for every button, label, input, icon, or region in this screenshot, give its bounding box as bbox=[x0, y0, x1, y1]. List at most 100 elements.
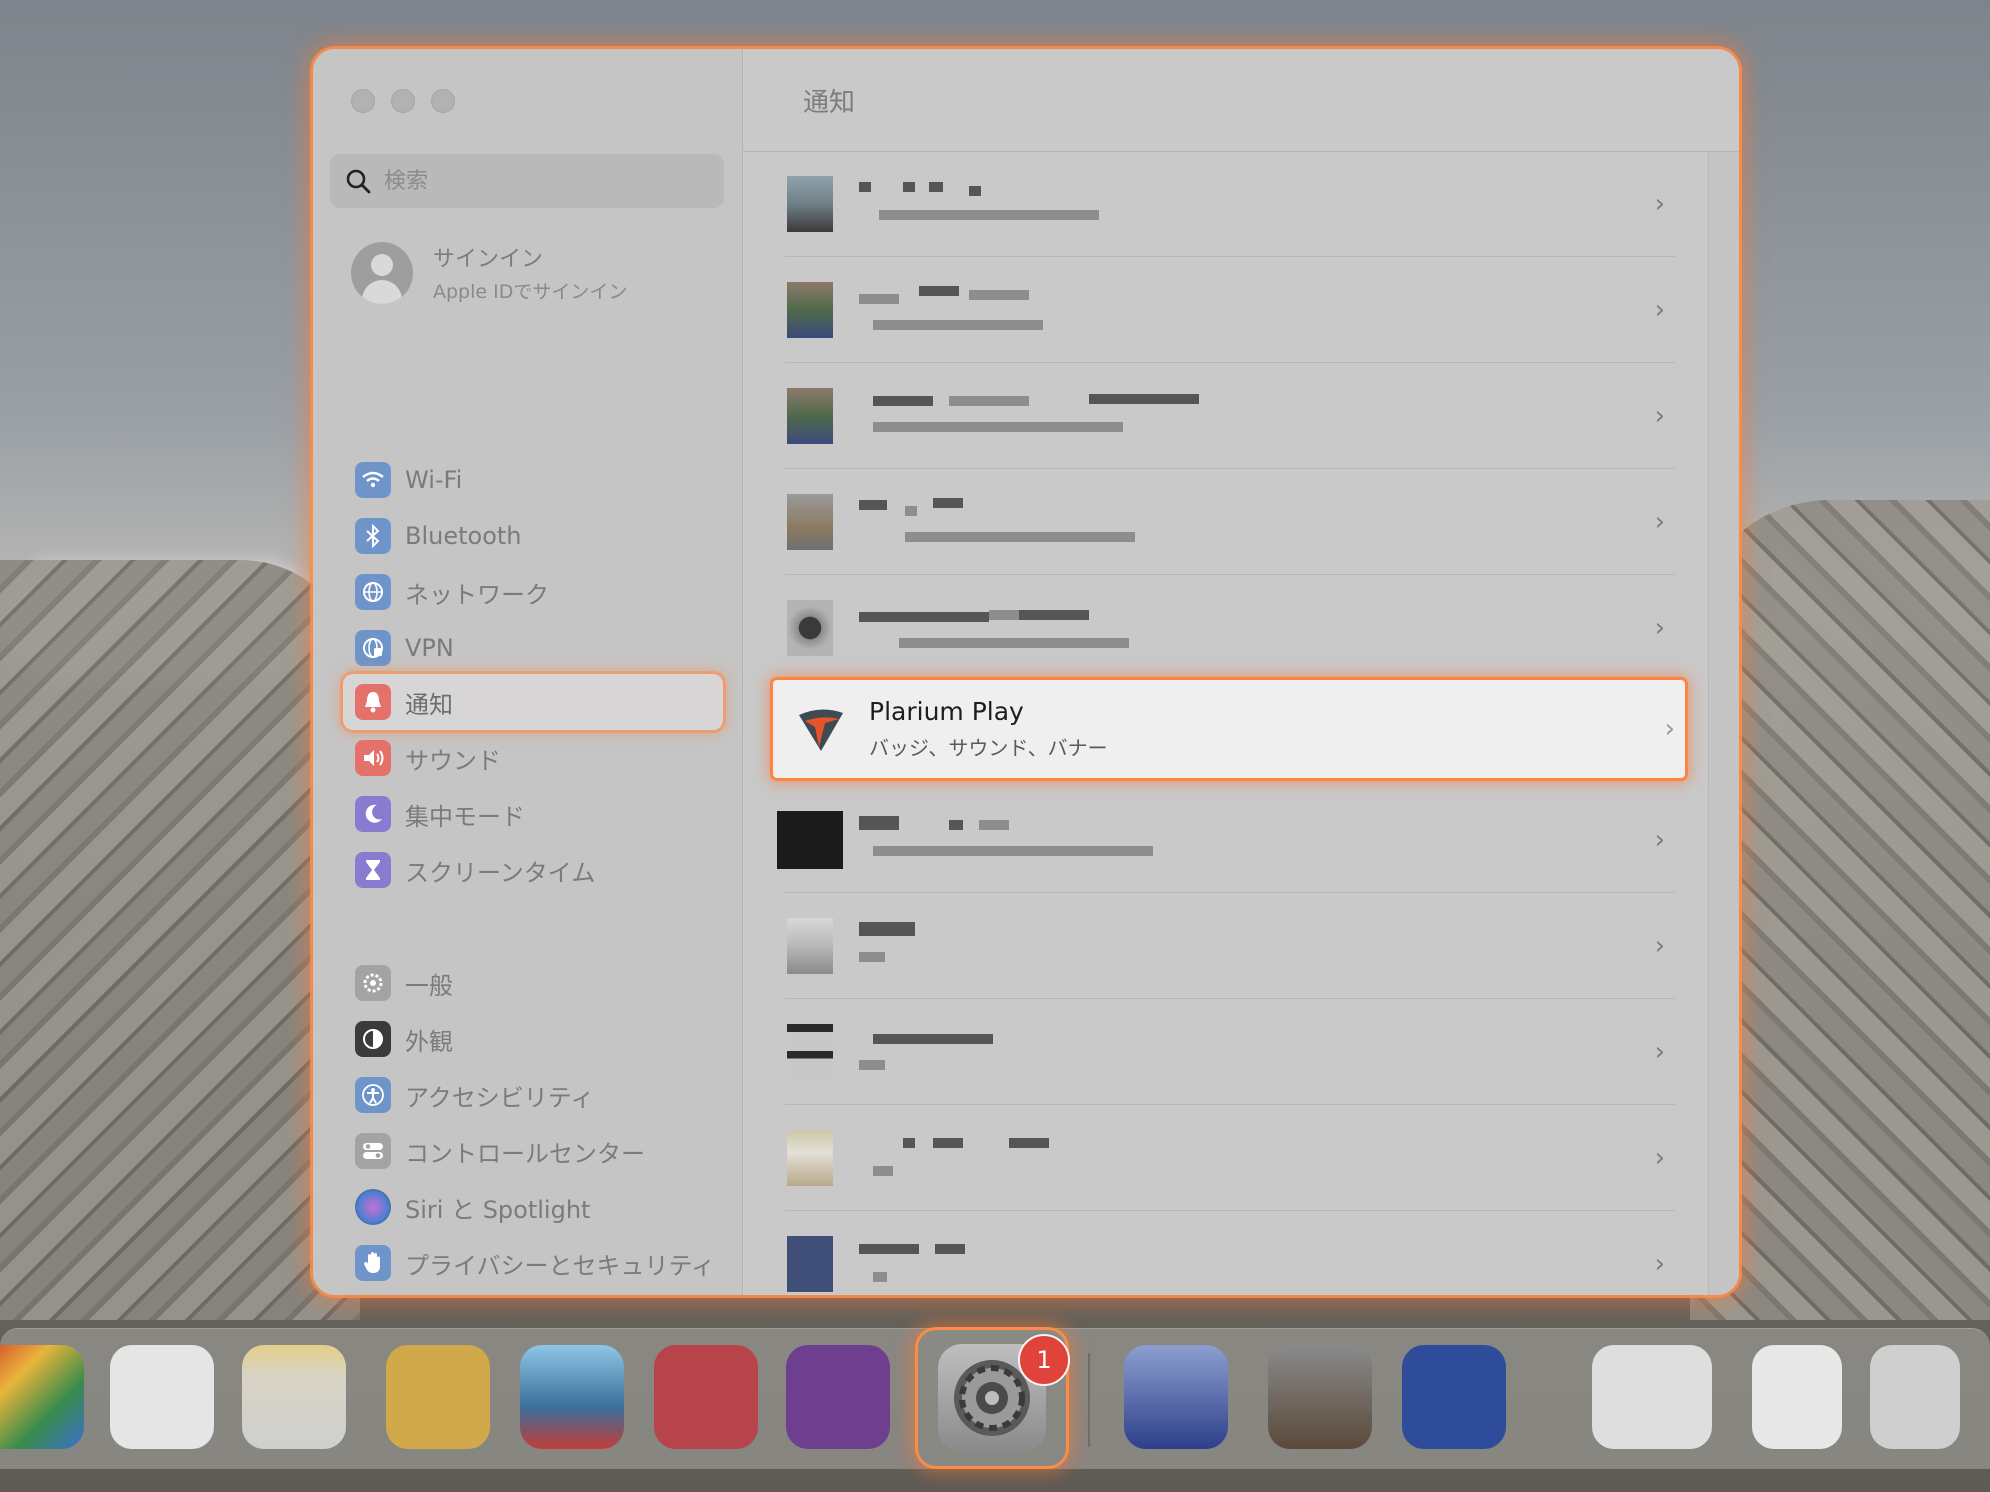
sidebar-item-label: 一般 bbox=[405, 971, 453, 1000]
dock-app-icon[interactable] bbox=[1402, 1345, 1506, 1449]
chevron-right-icon: › bbox=[1654, 825, 1665, 855]
sidebar-item-network[interactable]: ネットワーク bbox=[343, 564, 723, 620]
sidebar-item-bluetooth[interactable]: Bluetooth bbox=[343, 508, 723, 564]
avatar bbox=[351, 241, 413, 304]
chevron-right-icon: › bbox=[1654, 931, 1665, 961]
dock-separator bbox=[1088, 1353, 1090, 1447]
redacted-text bbox=[859, 810, 1359, 870]
redacted-text bbox=[859, 1128, 1359, 1188]
speaker-icon bbox=[355, 740, 391, 776]
redacted-text bbox=[859, 1234, 1359, 1294]
list-item[interactable]: › bbox=[785, 364, 1675, 469]
dock-app-icon[interactable] bbox=[110, 1345, 214, 1449]
sidebar-item-control-center[interactable]: コントロールセンター bbox=[343, 1123, 723, 1179]
dock-system-settings[interactable]: 1 bbox=[918, 1330, 1070, 1466]
app-name: Plarium Play bbox=[869, 697, 1024, 726]
app-icon bbox=[787, 282, 833, 338]
apple-id-signin[interactable]: サインイン Apple IDでサインイン bbox=[351, 241, 627, 304]
app-notification-summary: バッジ、サウンド、バナー bbox=[869, 736, 1108, 760]
hand-icon bbox=[355, 1245, 391, 1281]
globe-icon bbox=[355, 574, 391, 610]
sidebar-item-privacy-security[interactable]: プライバシーとセキュリティ bbox=[343, 1235, 723, 1291]
chevron-right-icon: › bbox=[1654, 1143, 1665, 1173]
sidebar-item-label: ネットワーク bbox=[405, 580, 549, 609]
dock-app-icon[interactable] bbox=[1268, 1345, 1372, 1449]
zoom-window-button[interactable] bbox=[431, 89, 455, 113]
list-item[interactable]: › bbox=[785, 576, 1675, 681]
sidebar-item-notifications[interactable]: 通知 bbox=[343, 674, 723, 730]
dock-app-icon[interactable] bbox=[1592, 1345, 1712, 1449]
chevron-right-icon: › bbox=[1654, 1249, 1665, 1279]
sidebar-item-general[interactable]: 一般 bbox=[343, 955, 723, 1011]
dock-app-icon[interactable] bbox=[1124, 1345, 1228, 1449]
sidebar-item-vpn[interactable]: VPN bbox=[343, 620, 723, 676]
sidebar-item-label: コントロールセンター bbox=[405, 1139, 645, 1168]
sidebar-item-wifi[interactable]: Wi-Fi bbox=[343, 452, 723, 508]
sidebar-group-notifications: 通知 サウンド 集中モード スクリーンタイム bbox=[343, 674, 723, 898]
sidebar-item-label: 集中モード bbox=[405, 802, 525, 831]
appearance-icon bbox=[355, 1021, 391, 1057]
traffic-lights bbox=[351, 89, 455, 113]
moon-icon bbox=[355, 796, 391, 832]
background-rock-left bbox=[0, 560, 360, 1320]
list-item[interactable]: › bbox=[785, 1212, 1675, 1295]
sidebar-group-general: 一般 外観 アクセシビリティ コントロールセンター Siri と Spotlig… bbox=[343, 955, 723, 1291]
list-item[interactable]: › bbox=[785, 1106, 1675, 1211]
list-item[interactable]: › bbox=[785, 1000, 1675, 1105]
search-icon bbox=[344, 167, 372, 195]
siri-icon bbox=[355, 1189, 391, 1225]
app-icon bbox=[787, 1130, 833, 1186]
main-panel: 通知 › › › › › Plarium Play バッジ、サウンド、バナー ›… bbox=[743, 49, 1739, 1295]
chevron-right-icon: › bbox=[1654, 613, 1665, 643]
dock-app-icon[interactable] bbox=[520, 1345, 624, 1449]
list-item[interactable]: › bbox=[785, 152, 1675, 257]
main-header: 通知 bbox=[743, 49, 1739, 152]
hourglass-icon bbox=[355, 852, 391, 888]
chevron-right-icon: › bbox=[1654, 401, 1665, 431]
dock-app-icon[interactable] bbox=[386, 1345, 490, 1449]
sidebar-item-label: サウンド bbox=[405, 746, 501, 775]
sidebar-item-label: Siri と Spotlight bbox=[405, 1195, 591, 1224]
sidebar-item-siri-spotlight[interactable]: Siri と Spotlight bbox=[343, 1179, 723, 1235]
redacted-text bbox=[859, 1022, 1359, 1082]
dock-app-icon[interactable] bbox=[1752, 1345, 1842, 1449]
signin-subtitle: Apple IDでサインイン bbox=[433, 281, 628, 303]
dock-app-icon[interactable] bbox=[0, 1345, 84, 1449]
list-item[interactable]: › bbox=[785, 258, 1675, 363]
redacted-text bbox=[859, 598, 1359, 658]
gear-icon bbox=[355, 965, 391, 1001]
app-notification-list: › › › › › Plarium Play バッジ、サウンド、バナー › › … bbox=[743, 152, 1739, 1295]
sidebar-item-screen-time[interactable]: スクリーンタイム bbox=[343, 842, 723, 898]
close-window-button[interactable] bbox=[351, 89, 375, 113]
wifi-icon bbox=[355, 462, 391, 498]
sidebar-item-accessibility[interactable]: アクセシビリティ bbox=[343, 1067, 723, 1123]
bell-icon bbox=[355, 684, 391, 720]
dock-app-icon[interactable] bbox=[786, 1345, 890, 1449]
app-icon bbox=[787, 600, 833, 656]
chevron-right-icon: › bbox=[1654, 1037, 1665, 1067]
plarium-play-icon bbox=[795, 703, 847, 755]
sidebar-item-appearance[interactable]: 外観 bbox=[343, 1011, 723, 1067]
minimize-window-button[interactable] bbox=[391, 89, 415, 113]
dock-app-icon[interactable] bbox=[1870, 1345, 1960, 1449]
sidebar-item-label: Bluetooth bbox=[405, 522, 522, 550]
app-icon bbox=[787, 1236, 833, 1292]
toggles-icon bbox=[355, 1133, 391, 1169]
sidebar-item-label: 外観 bbox=[405, 1027, 453, 1056]
dock-app-icon[interactable] bbox=[242, 1345, 346, 1449]
list-item[interactable]: › bbox=[785, 470, 1675, 575]
sidebar-group-network: Wi-Fi Bluetooth ネットワーク VPN bbox=[343, 452, 723, 676]
sidebar-item-focus[interactable]: 集中モード bbox=[343, 786, 723, 842]
app-icon bbox=[787, 388, 833, 444]
sidebar-item-sound[interactable]: サウンド bbox=[343, 730, 723, 786]
list-item[interactable]: › bbox=[785, 894, 1675, 999]
redacted-text bbox=[859, 386, 1359, 446]
sidebar-item-label: 通知 bbox=[405, 690, 453, 719]
search-input[interactable] bbox=[382, 167, 706, 195]
search-field[interactable] bbox=[330, 154, 724, 208]
list-item-plarium-play[interactable]: Plarium Play バッジ、サウンド、バナー › bbox=[773, 680, 1685, 778]
chevron-right-icon: › bbox=[1654, 507, 1665, 537]
list-item[interactable]: › bbox=[777, 788, 1675, 893]
dock-app-icon[interactable] bbox=[654, 1345, 758, 1449]
page-title: 通知 bbox=[803, 87, 856, 118]
